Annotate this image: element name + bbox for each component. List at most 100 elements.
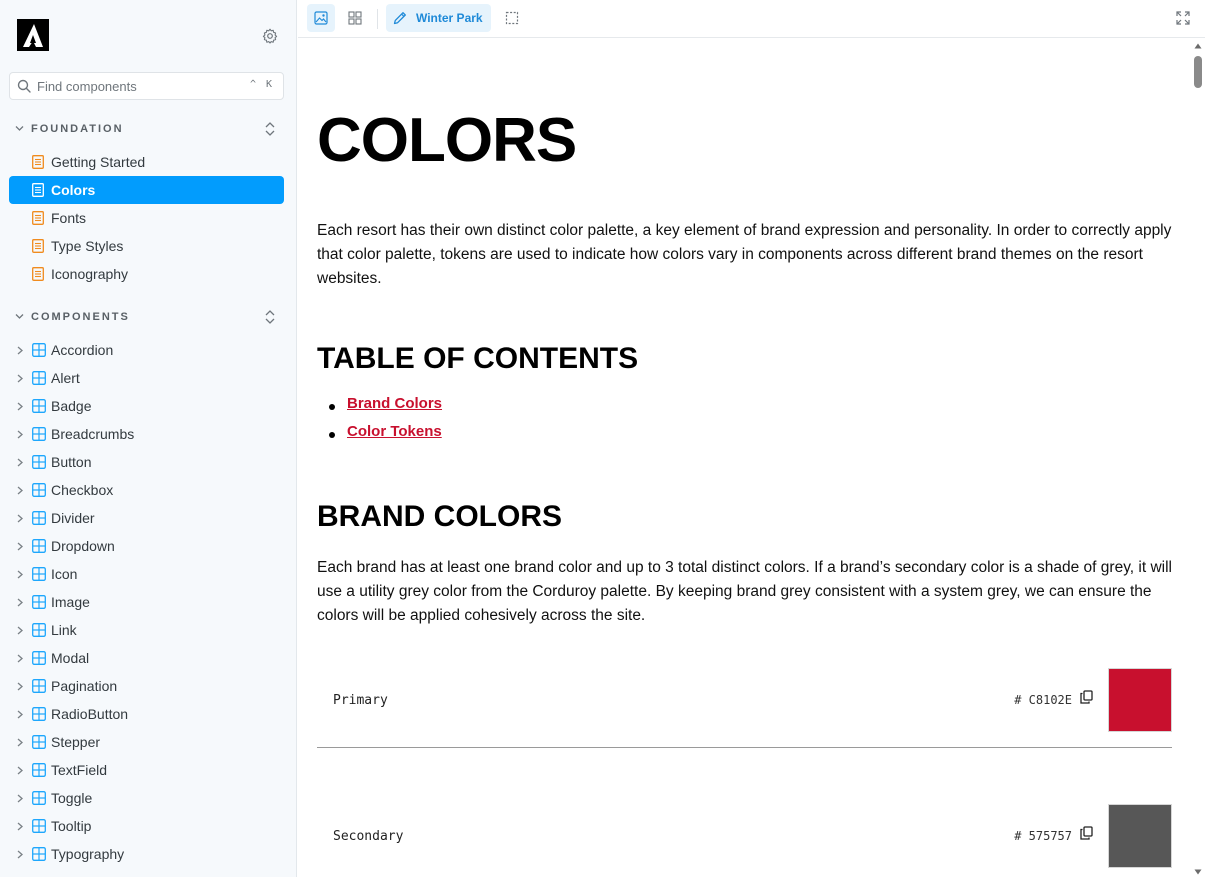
color-swatch-row: Secondary # 575757 [317,804,1172,877]
chevron-right-icon[interactable] [17,738,23,747]
grid-toggle-button[interactable] [341,4,369,32]
sidebar-item-alert[interactable]: Alert [9,364,284,392]
component-icon [32,427,46,441]
sidebar-item-divider[interactable]: Divider [9,504,284,532]
component-icon [32,511,46,525]
color-chip [1108,668,1172,732]
scroll-down-icon[interactable] [1194,869,1202,875]
document-icon [32,267,44,281]
brand-logo[interactable] [17,19,49,51]
chevron-right-icon[interactable] [17,402,23,411]
component-icon [32,679,46,693]
sidebar-item-button[interactable]: Button [9,448,284,476]
sidebar-item-accordion[interactable]: Accordion [9,336,284,364]
chevron-right-icon[interactable] [17,486,23,495]
component-icon [32,707,46,721]
color-chip [1108,804,1172,868]
gear-icon [262,28,278,44]
expand-collapse-icon[interactable] [264,308,276,326]
sidebar: ^ K FOUNDATION Getting Started [0,0,297,877]
sidebar-item-typography[interactable]: Typography [9,840,284,868]
scrollbar[interactable] [1191,39,1205,877]
chevron-right-icon[interactable] [17,794,23,803]
canvas-view-button[interactable] [307,4,335,32]
document-icon [32,211,44,225]
chevron-right-icon[interactable] [17,850,23,859]
sidebar-item-breadcrumbs[interactable]: Breadcrumbs [9,420,284,448]
sidebar-item-label: Badge [51,398,92,414]
sidebar-item-image[interactable]: Image [9,588,284,616]
chevron-right-icon[interactable] [17,374,23,383]
sidebar-item-label: Pagination [51,678,118,694]
sidebar-item-pagination[interactable]: Pagination [9,672,284,700]
sidebar-item-dropdown[interactable]: Dropdown [9,532,284,560]
divider [317,747,1172,748]
chevron-right-icon[interactable] [17,430,23,439]
scrollbar-thumb[interactable] [1194,56,1202,88]
sidebar-item-label: Modal [51,650,90,666]
toc-link-brand-colors[interactable]: Brand Colors [347,395,442,412]
list-item: Brand Colors [327,395,1182,423]
section-header-components[interactable]: COMPONENTS [9,306,284,328]
component-icon [32,623,46,637]
section-header-foundation[interactable]: FOUNDATION [9,118,284,140]
document-icon [32,155,44,169]
component-icon [32,371,46,385]
search-box[interactable]: ^ K [9,72,284,100]
outline-toggle-button[interactable] [500,4,524,32]
chevron-right-icon[interactable] [17,458,23,467]
sidebar-item-label: Checkbox [51,482,114,498]
chevron-right-icon[interactable] [17,598,23,607]
list-item: Color Tokens [327,423,1182,451]
search-shortcut: ^ K [249,79,274,90]
sidebar-item-label: Toggle [51,790,93,806]
sidebar-item-type-styles[interactable]: Type Styles [9,232,284,260]
chevron-right-icon[interactable] [17,710,23,719]
sidebar-item-getting-started[interactable]: Getting Started [9,148,284,176]
chevron-right-icon[interactable] [17,570,23,579]
settings-button[interactable] [259,25,281,47]
sidebar-item-stepper[interactable]: Stepper [9,728,284,756]
theme-switcher-button[interactable]: Winter Park [386,4,491,32]
sidebar-item-colors[interactable]: Colors [9,176,284,204]
page-title: COLORS [317,106,577,175]
component-icon [32,735,46,749]
chevron-right-icon[interactable] [17,654,23,663]
chevron-right-icon[interactable] [17,346,23,355]
section-title: FOUNDATION [31,123,124,135]
scroll-up-icon[interactable] [1194,43,1202,49]
toc-link-color-tokens[interactable]: Color Tokens [347,423,442,440]
chevron-right-icon[interactable] [17,682,23,691]
sidebar-item-label: Dropdown [51,538,115,554]
component-icon [32,847,46,861]
sidebar-item-fonts[interactable]: Fonts [9,204,284,232]
chevron-right-icon[interactable] [17,766,23,775]
sidebar-item-textfield[interactable]: TextField [9,756,284,784]
chevron-right-icon[interactable] [17,626,23,635]
sidebar-item-checkbox[interactable]: Checkbox [9,476,284,504]
search-input[interactable] [37,76,247,96]
component-icon [32,539,46,553]
sidebar-item-label: Type Styles [51,238,124,254]
chevron-right-icon[interactable] [17,542,23,551]
sidebar-item-badge[interactable]: Badge [9,392,284,420]
sidebar-item-toggle[interactable]: Toggle [9,784,284,812]
sidebar-item-iconography[interactable]: Iconography [9,260,284,288]
sidebar-item-label: Alert [51,370,80,386]
sidebar-item-tooltip[interactable]: Tooltip [9,812,284,840]
expand-collapse-icon[interactable] [264,120,276,138]
copy-icon[interactable] [1080,690,1093,704]
sidebar-item-label: Fonts [51,210,87,226]
fullscreen-button[interactable] [1171,4,1195,32]
brand-colors-heading: BRAND COLORS [317,500,562,533]
theme-label: Winter Park [416,11,483,25]
sidebar-item-radiobutton[interactable]: RadioButton [9,700,284,728]
sidebar-item-icon[interactable]: Icon [9,560,284,588]
sidebar-item-modal[interactable]: Modal [9,644,284,672]
chevron-right-icon[interactable] [17,822,23,831]
copy-icon[interactable] [1080,826,1093,840]
toc-list: Brand Colors Color Tokens [327,395,1182,451]
chevron-right-icon[interactable] [17,514,23,523]
sidebar-item-link[interactable]: Link [9,616,284,644]
sidebar-item-label: Tooltip [51,818,92,834]
